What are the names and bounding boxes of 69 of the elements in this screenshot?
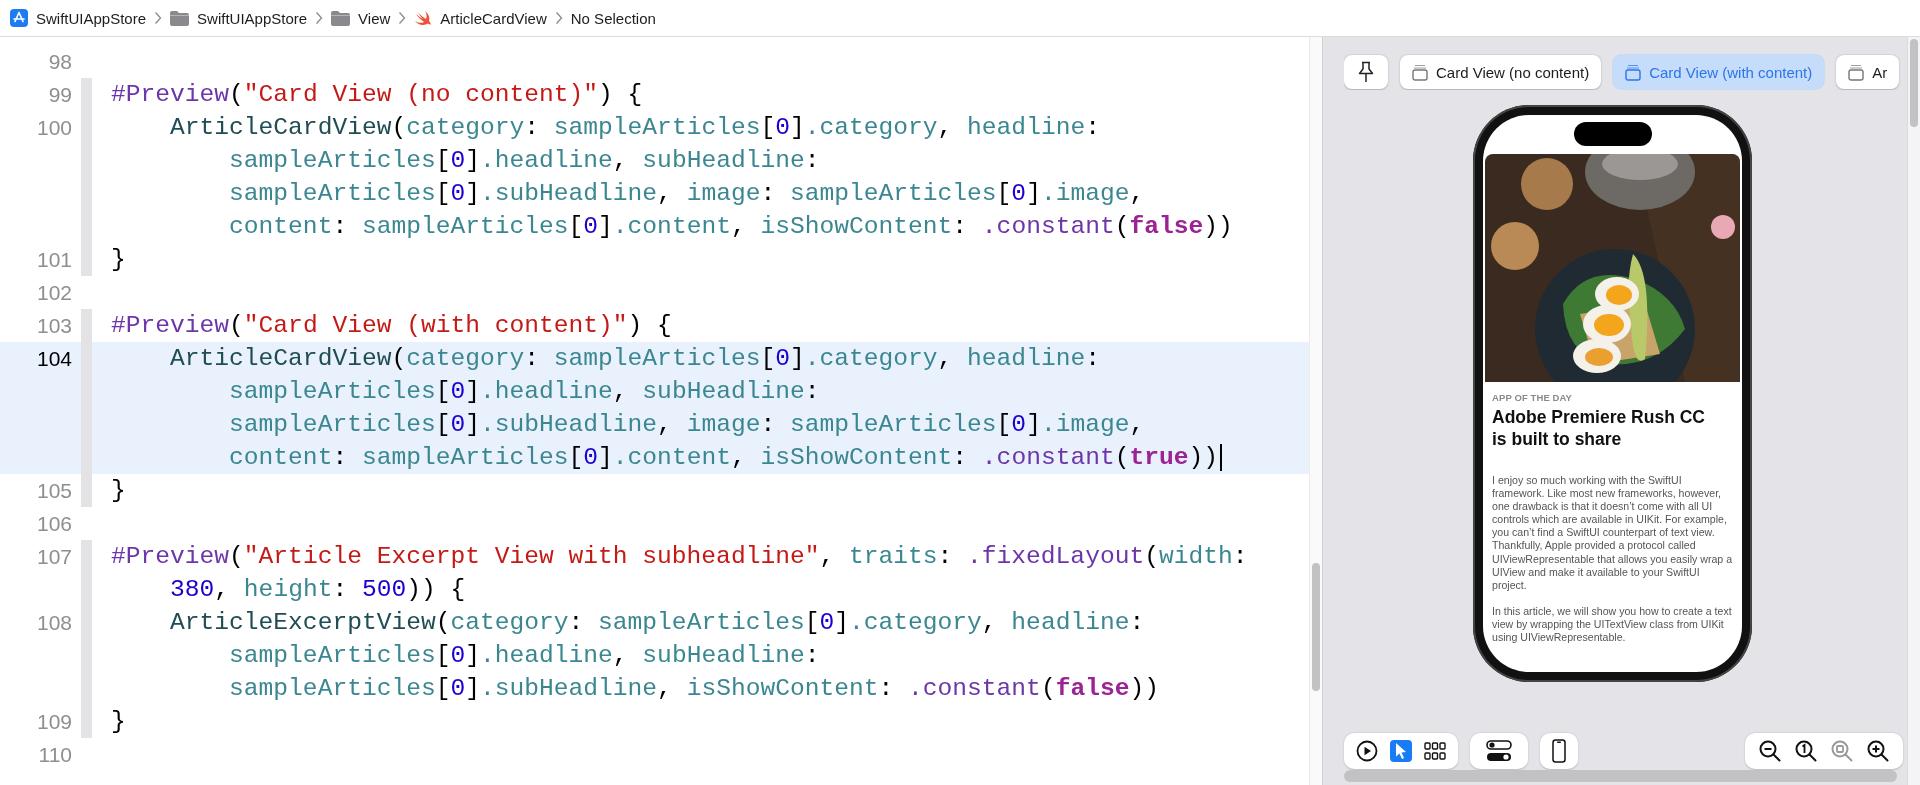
chevron-icon <box>554 11 563 25</box>
code-line: sampleArticles[0].headline, subHeadline: <box>228 642 820 669</box>
line-number: 109 <box>35 709 72 734</box>
article-headline: Adobe Premiere Rush CC is built to share <box>1492 406 1706 450</box>
line-number: 102 <box>35 280 72 305</box>
code-line: sampleArticles[0].subHeadline, image: sampleArticles[0].image, <box>228 411 1145 438</box>
line-number: 101 <box>35 247 72 272</box>
pin-button[interactable] <box>1344 55 1388 89</box>
line-number: 98 <box>47 49 72 74</box>
text-cursor <box>1220 444 1223 471</box>
code-line: sampleArticles[0].subHeadline, isShowContent: .constant(false)) <box>228 675 1159 702</box>
code-line: ArticleExcerptView(category: sampleArticles[0].category, headline: <box>169 609 1145 636</box>
line-number: 100 <box>35 115 72 140</box>
code-line: content: sampleArticles[0].content, isShowContent: .constant(true)) <box>228 444 1219 471</box>
line-number: 103 <box>35 313 72 338</box>
code-line: #Preview("Card View (with content)") { <box>111 312 672 339</box>
pin-icon <box>1357 61 1375 83</box>
swift-icon <box>414 10 433 26</box>
preview-tab[interactable]: Card View (no content) <box>1400 55 1602 89</box>
line-number: 99 <box>47 82 72 107</box>
zoom-out-icon <box>1758 739 1782 763</box>
zoom-to-fit-icon <box>1830 739 1854 763</box>
breadcrumb-item[interactable]: No Selection <box>570 9 656 27</box>
app-icon <box>10 9 28 27</box>
play-icon <box>1356 740 1378 762</box>
breadcrumb-item[interactable]: SwiftUIAppStore <box>197 9 308 27</box>
code-line: sampleArticles[0].headline, subHeadline: <box>228 147 820 174</box>
article-paragraph: I enjoy so much working with the SwiftUI framework. Like most new frameworks, however, one drawback is that it doesn’t come with all UI controls which are available in UIKit. For example, you can’t find a SwiftUI counterpart of text view. Thankfully, Apple provided a protocol called UIViewRepresentable that allows you easily wrap a UIView and make it available to your SwiftUI project. <box>1492 474 1733 592</box>
chevron-icon <box>398 11 407 25</box>
folder-icon <box>170 10 190 26</box>
phone-icon <box>1552 739 1566 763</box>
breadcrumb-item[interactable]: View <box>358 9 391 27</box>
article-paragraph: In this article, we will show you how to create a text view by wrapping the UITextView class from UIKit using UIViewRepresentable. <box>1492 604 1733 645</box>
folder-icon <box>331 10 351 26</box>
toggle-switches-icon <box>1486 740 1512 762</box>
code-line: #Preview("Card View (no content)") { <box>111 81 643 108</box>
code-line: #Preview("Article Excerpt View with subheadline", traits: .fixedLayout(width: <box>111 543 1248 570</box>
code-line: content: sampleArticles[0].content, isShowContent: .constant(false)) <box>228 213 1233 240</box>
grid-icon <box>1424 742 1446 760</box>
code-line: ArticleCardView(category: sampleArticles[0].category, headline: <box>169 114 1100 141</box>
chevron-icon <box>315 11 324 25</box>
zoom-in-icon <box>1866 739 1890 763</box>
code-line: } <box>111 246 126 273</box>
horizontal-scrollbar[interactable] <box>1344 770 1897 782</box>
preview-icon <box>1412 63 1428 81</box>
code-line: sampleArticles[0].subHeadline, image: sampleArticles[0].image, <box>228 180 1145 207</box>
code-line: 380, height: 500)) { <box>169 576 466 603</box>
line-number: 108 <box>35 610 72 635</box>
line-number: 106 <box>35 511 72 536</box>
device-settings-button[interactable] <box>1540 733 1578 769</box>
scrollbar-thumb[interactable] <box>1910 39 1918 127</box>
line-number: 105 <box>35 478 72 503</box>
code-line: sampleArticles[0].headline, subHeadline: <box>228 378 820 405</box>
chevron-icon <box>154 11 163 25</box>
breadcrumb-item[interactable]: ArticleCardView <box>440 9 547 27</box>
code-line: ArticleCardView(category: sampleArticles[0].category, headline: <box>169 345 1100 372</box>
preview-icon <box>1625 63 1642 81</box>
line-number: 110 <box>37 742 72 767</box>
line-number: 107 <box>35 544 72 569</box>
code-line: } <box>111 708 126 735</box>
breadcrumb-item[interactable]: SwiftUIAppStore <box>36 9 147 27</box>
variant-settings-button[interactable] <box>1470 733 1528 769</box>
zoom-actual-size-icon <box>1794 739 1818 763</box>
preview-icon <box>1848 63 1865 81</box>
category-label: APP OF THE DAY <box>1492 392 1574 403</box>
line-number: 104 <box>35 346 72 371</box>
scrollbar-thumb[interactable] <box>1312 563 1320 691</box>
code-line: } <box>111 477 126 504</box>
preview-tab[interactable]: Ar <box>1836 55 1900 89</box>
